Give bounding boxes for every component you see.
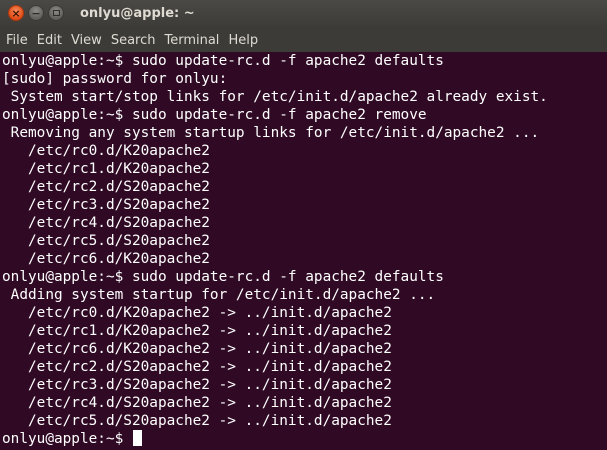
terminal-line: /etc/rc1.d/K20apache2 (2, 161, 210, 177)
terminal-line: onlyu@apple:~$ sudo update-rc.d -f apach… (2, 107, 427, 123)
terminal-line: [sudo] password for onlyu: (2, 71, 228, 87)
terminal-line: /etc/rc0.d/K20apache2 (2, 143, 210, 159)
terminal-line: System start/stop links for /etc/init.d/… (2, 89, 548, 105)
window-title: onlyu@apple: ~ (80, 6, 195, 21)
terminal-line: /etc/rc2.d/S20apache2 -> ../init.d/apach… (2, 359, 392, 375)
terminal-prompt-line[interactable]: onlyu@apple:~$ (2, 430, 607, 448)
terminal-window: × − onlyu@apple: ~ File Edit View Search… (0, 0, 607, 450)
menu-view[interactable]: View (67, 33, 106, 48)
title-bar[interactable]: × − onlyu@apple: ~ (0, 0, 607, 28)
terminal-line: /etc/rc6.d/K20apache2 (2, 251, 210, 267)
minimize-button[interactable]: − (28, 5, 44, 21)
terminal-output[interactable]: onlyu@apple:~$ sudo update-rc.d -f apach… (0, 52, 607, 450)
terminal-line: onlyu@apple:~$ sudo update-rc.d -f apach… (2, 53, 444, 69)
text-cursor (132, 430, 142, 446)
menu-edit[interactable]: Edit (33, 33, 66, 48)
close-button[interactable]: × (8, 5, 24, 21)
menu-help[interactable]: Help (224, 33, 262, 48)
terminal-line: /etc/rc4.d/S20apache2 -> ../init.d/apach… (2, 395, 392, 411)
close-icon: × (11, 6, 21, 20)
terminal-line: /etc/rc4.d/S20apache2 (2, 215, 210, 231)
terminal-line: /etc/rc1.d/K20apache2 -> ../init.d/apach… (2, 323, 392, 339)
terminal-line: /etc/rc2.d/S20apache2 (2, 179, 210, 195)
terminal-line: /etc/rc0.d/K20apache2 -> ../init.d/apach… (2, 305, 392, 321)
maximize-button[interactable] (48, 5, 64, 21)
minimize-icon: − (31, 6, 41, 20)
shell-prompt: onlyu@apple:~$ (2, 431, 132, 447)
terminal-line: onlyu@apple:~$ sudo update-rc.d -f apach… (2, 269, 444, 285)
terminal-line: /etc/rc5.d/S20apache2 (2, 233, 210, 249)
terminal-line: /etc/rc3.d/S20apache2 -> ../init.d/apach… (2, 377, 392, 393)
terminal-line: Adding system startup for /etc/init.d/ap… (2, 287, 436, 303)
terminal-line: /etc/rc6.d/K20apache2 -> ../init.d/apach… (2, 341, 392, 357)
maximize-icon (52, 10, 60, 16)
terminal-line: /etc/rc5.d/S20apache2 -> ../init.d/apach… (2, 413, 392, 429)
terminal-line: Removing any system startup links for /e… (2, 125, 540, 141)
menu-file[interactable]: File (2, 33, 32, 48)
menu-bar: File Edit View Search Terminal Help (0, 28, 607, 52)
menu-terminal[interactable]: Terminal (160, 33, 223, 48)
terminal-line: /etc/rc3.d/S20apache2 (2, 197, 210, 213)
menu-search[interactable]: Search (107, 33, 160, 48)
